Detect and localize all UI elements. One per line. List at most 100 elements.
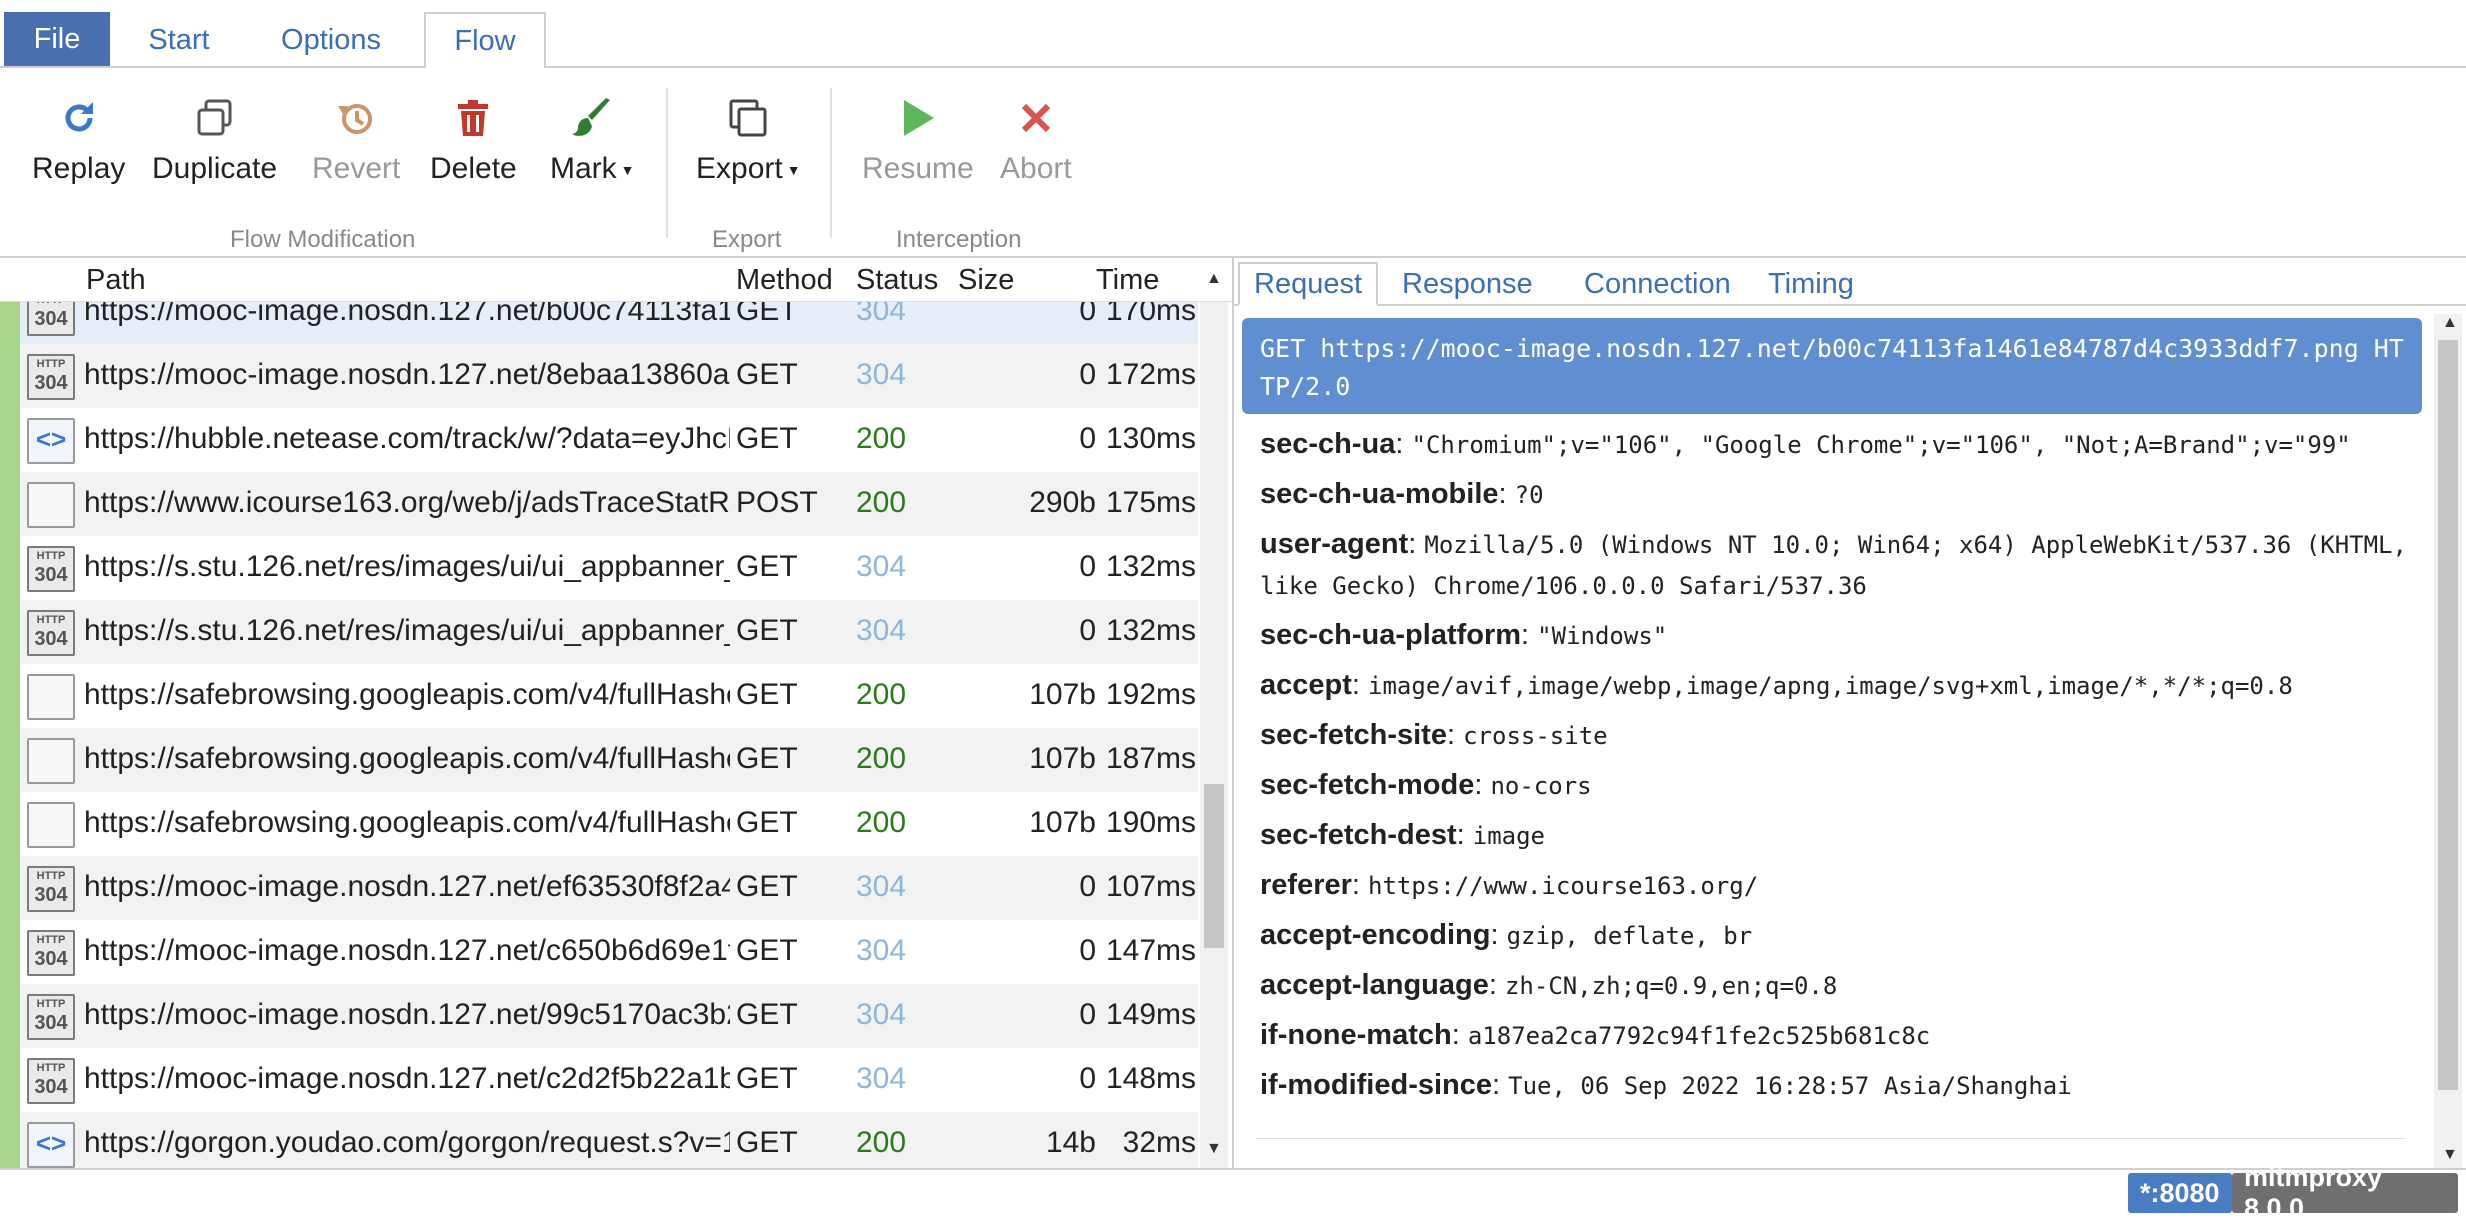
replay-button[interactable]: Replay <box>32 94 125 186</box>
flow-time: 32ms <box>1122 1126 1196 1159</box>
flow-method: GET <box>736 422 798 455</box>
flow-row[interactable]: <> https://gorgon.youdao.com/gorgon/reque… <box>0 1112 1198 1168</box>
scroll-down-icon[interactable]: ▼ <box>1206 1140 1222 1158</box>
flow-status-bar <box>0 1048 20 1112</box>
header-row: sec-ch-ua-mobile: ?0 <box>1260 478 1544 510</box>
flow-row[interactable]: HTTP 304 https://s.stu.126.net/res/images/… <box>0 600 1198 664</box>
tab-response[interactable]: Response <box>1388 262 1547 306</box>
flow-time: 132ms <box>1105 614 1196 647</box>
flow-status-bar <box>0 472 20 536</box>
flow-row[interactable]: HTTP304 https://mooc-image.nosdn.127.net/… <box>0 920 1198 984</box>
flow-row[interactable]: https://safebrowsing.googleapis.com/v4/f… <box>0 792 1198 856</box>
document-icon <box>27 802 75 848</box>
flow-method: GET <box>736 550 798 583</box>
tab-flow[interactable]: Flow <box>424 12 546 70</box>
flow-row[interactable]: https://safebrowsing.googleapis.com/v4/f… <box>0 728 1198 792</box>
scrollbar-thumb[interactable] <box>2438 340 2458 1090</box>
header-value: Mozilla/5.0 (Windows NT 10.0; Win64; x64… <box>1260 531 2407 600</box>
flow-row[interactable]: HTTP304 https://mooc-image.nosdn.127.net/… <box>0 344 1198 408</box>
header-key: sec-ch-ua-platform <box>1260 619 1522 651</box>
column-path[interactable]: Path <box>86 264 146 297</box>
scrollbar-thumb[interactable] <box>1204 784 1224 948</box>
flow-time: 107ms <box>1105 870 1196 903</box>
play-icon <box>894 94 942 142</box>
flow-status: 304 <box>856 358 907 391</box>
divider <box>1256 1138 2406 1139</box>
header-key: accept <box>1260 669 1352 701</box>
flow-status: 304 <box>856 998 907 1031</box>
flow-status-bar <box>0 600 20 664</box>
flow-time: 130ms <box>1105 422 1196 455</box>
detail-scrollbar[interactable] <box>2434 314 2462 1168</box>
flow-path: https://gorgon.youdao.com/gorgon/request… <box>84 1126 730 1159</box>
flow-status-bar <box>0 984 20 1048</box>
mark-button[interactable]: Mark ▼ <box>550 94 635 186</box>
flow-method: GET <box>736 870 798 903</box>
export-button[interactable]: Export ▼ <box>696 94 801 186</box>
flow-method: GET <box>736 934 798 967</box>
not-modified-icon: HTTP304 <box>27 610 75 656</box>
header-key: accept-encoding <box>1260 919 1491 951</box>
flow-status: 200 <box>856 422 907 455</box>
script-icon: <> <box>27 418 75 464</box>
tab-start[interactable]: Start <box>124 12 234 68</box>
header-value: gzip, deflate, br <box>1506 922 1753 950</box>
duplicate-button[interactable]: Duplicate <box>152 94 277 186</box>
flow-row[interactable]: HTTP304 https://mooc-image.nosdn.127.net/… <box>0 984 1198 1048</box>
flow-table-header: Path Method Status Size Time ▲ <box>0 258 1232 302</box>
header-value: Tue, 06 Sep 2022 16:28:57 Asia/Shanghai <box>1508 1072 2072 1100</box>
flow-status-bar <box>0 1112 20 1168</box>
column-time[interactable]: Time <box>1096 264 1159 297</box>
flow-time: 190ms <box>1105 806 1196 839</box>
brush-icon <box>568 94 616 142</box>
flow-row[interactable]: https://safebrowsing.googleapis.com/v4/f… <box>0 664 1198 728</box>
tab-connection[interactable]: Connection <box>1570 262 1745 306</box>
tab-timing[interactable]: Timing <box>1754 262 1868 306</box>
scroll-up-icon[interactable]: ▲ <box>2442 314 2458 332</box>
header-row: sec-ch-ua-platform: "Windows" <box>1260 619 1668 651</box>
flow-row[interactable]: <> https://hubble.netease.com/track/w/?da… <box>0 408 1198 472</box>
file-menu[interactable]: File <box>4 12 110 66</box>
header-row: referer: https://www.icourse163.org/ <box>1260 869 1759 901</box>
version-badge: mitmproxy 8.0.0 <box>2232 1162 2458 1223</box>
flow-method: GET <box>736 614 798 647</box>
header-key: if-none-match <box>1260 1019 1452 1051</box>
document-icon <box>27 738 75 784</box>
not-modified-icon: HTTP304 <box>27 354 75 400</box>
flow-status: 304 <box>856 1062 907 1095</box>
delete-button[interactable]: Delete <box>430 94 517 186</box>
flow-time: 175ms <box>1105 486 1196 519</box>
flow-row[interactable]: HTTP304 https://mooc-image.nosdn.127.net/… <box>0 856 1198 920</box>
flow-row[interactable]: https://www.icourse163.org/web/j/adsTrac… <box>0 472 1198 536</box>
flow-status-bar <box>0 792 20 856</box>
sort-up-icon[interactable]: ▲ <box>1206 270 1222 288</box>
flow-row[interactable]: HTTP 304 https://s.stu.126.net/res/images/… <box>0 536 1198 600</box>
header-row: if-modified-since: Tue, 06 Sep 2022 16:2… <box>1260 1069 2072 1101</box>
flow-size: 0 <box>1079 1062 1096 1095</box>
header-row: accept: image/avif,image/webp,image/apng… <box>1260 669 2293 701</box>
tab-request[interactable]: Request <box>1238 262 1379 306</box>
header-row: accept-encoding: gzip, deflate, br <box>1260 919 1753 951</box>
flow-size: 0 <box>1079 934 1096 967</box>
header-key: sec-fetch-dest <box>1260 819 1457 851</box>
group-label-interception: Interception <box>896 226 1022 253</box>
column-size[interactable]: Size <box>958 264 1014 297</box>
flow-time: 187ms <box>1105 742 1196 775</box>
tab-options[interactable]: Options <box>256 12 406 68</box>
flow-row[interactable]: HTTP304 https://mooc-image.nosdn.127.net/… <box>0 1048 1198 1112</box>
resume-button[interactable]: Resume <box>862 94 974 186</box>
column-status[interactable]: Status <box>856 264 938 297</box>
flow-method: GET <box>736 358 798 391</box>
flow-size: 0 <box>1079 550 1096 583</box>
header-row: sec-ch-ua: "Chromium";v="106", "Google C… <box>1260 428 2351 460</box>
header-value: zh-CN,zh;q=0.9,en;q=0.8 <box>1504 972 1838 1000</box>
flow-size: 107b <box>1029 742 1096 775</box>
not-modified-icon: HTTP304 <box>27 994 75 1040</box>
flow-status-bar <box>0 856 20 920</box>
request-headers: sec-ch-ua: "Chromium";v="106", "Google C… <box>1260 420 2430 1111</box>
abort-button[interactable]: Abort <box>1000 94 1072 186</box>
flow-size: 107b <box>1029 806 1096 839</box>
flow-list-scrollbar[interactable] <box>1200 300 1228 1168</box>
column-method[interactable]: Method <box>736 264 833 297</box>
revert-button[interactable]: Revert <box>312 94 400 186</box>
